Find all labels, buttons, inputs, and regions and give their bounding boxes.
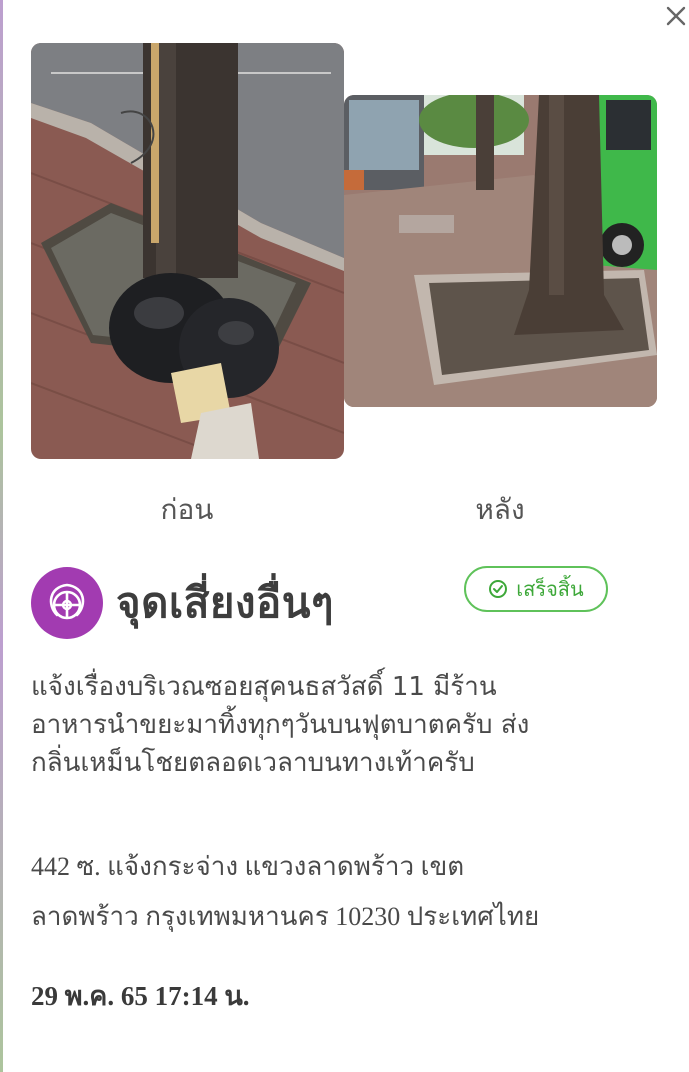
report-description: แจ้งเรื่องบริเวณซอยสุคนธสวัสดิ์ 11 มีร้า… bbox=[31, 668, 631, 782]
check-circle-icon bbox=[489, 580, 508, 598]
after-photo[interactable] bbox=[344, 95, 657, 407]
pin-icon bbox=[49, 583, 85, 620]
report-address: 442 ซ. แจ้งกระจ่าง แขวงลาดพร้าว เขต ลาดพ… bbox=[31, 842, 651, 942]
close-icon bbox=[666, 6, 686, 26]
close-button[interactable] bbox=[662, 2, 689, 30]
description-line: อาหารนำขยะมาทิ้งทุกๆวันบนฟุตบาตครับ ส่ง bbox=[31, 710, 530, 740]
after-label: หลัง bbox=[475, 493, 525, 526]
left-edge-strip bbox=[0, 0, 3, 1072]
category-title: จุดเสี่ยงอื่นๆ bbox=[116, 578, 334, 627]
status-label: เสร็จสิ้น bbox=[516, 577, 584, 601]
description-line: แจ้งเรื่องบริเวณซอยสุคนธสวัสดิ์ 11 มีร้า… bbox=[31, 672, 497, 702]
address-line: ลาดพร้าว กรุงเทพมหานคร 10230 ประเทศไทย bbox=[31, 902, 540, 931]
address-line: 442 ซ. แจ้งกระจ่าง แขวงลาดพร้าว เขต bbox=[31, 852, 465, 881]
before-label: ก่อน bbox=[160, 493, 214, 526]
report-timestamp: 29 พ.ค. 65 17:14 น. bbox=[31, 981, 250, 1011]
description-line: กลิ่นเหม็นโชยตลอดเวลาบนทางเท้าครับ bbox=[31, 748, 475, 778]
category-icon-badge bbox=[31, 567, 103, 639]
status-badge: เสร็จสิ้น bbox=[464, 566, 608, 612]
before-photo[interactable] bbox=[31, 43, 344, 459]
